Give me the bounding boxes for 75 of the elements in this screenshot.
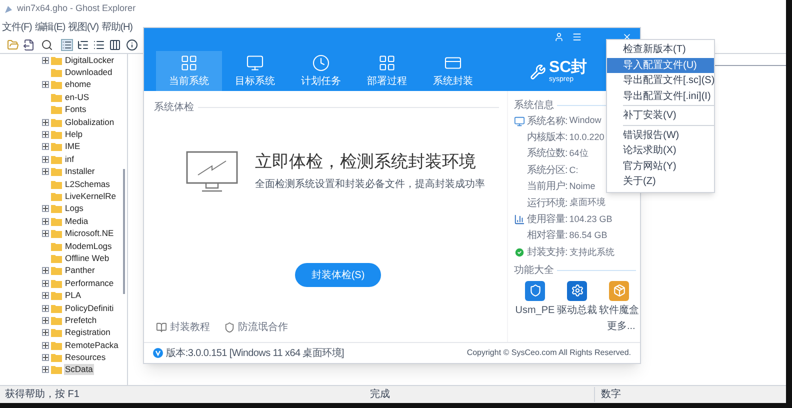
tree-item[interactable]: IME	[64, 141, 82, 152]
tree-item[interactable]: DigitalLocker	[64, 54, 116, 66]
logo-text: SC封	[549, 60, 588, 76]
tree-item[interactable]: en-US	[64, 92, 90, 103]
window-title: win7x64.gho - Ghost Explorer	[17, 2, 136, 16]
check-subtitle: 全面检测系统设置和封装必备文件，提高封装成功率	[255, 178, 485, 192]
menu-item[interactable]: 错误报告(W)	[607, 128, 714, 143]
tree-item[interactable]: Downloaded	[64, 67, 114, 78]
tree-item[interactable]: Resources	[64, 352, 107, 364]
tree-item[interactable]: PolicyDefiniti	[64, 302, 115, 314]
info-value: 桌面环境	[569, 196, 606, 210]
tree-item[interactable]: Globalization	[64, 116, 116, 128]
menu-item[interactable]: 论坛求助(X)	[607, 143, 714, 158]
section-heading: 系统信息	[514, 98, 554, 113]
tree-item[interactable]: ScData	[64, 364, 94, 376]
info-label: 封装支持:	[527, 246, 568, 260]
tree-item[interactable]: Panther	[64, 265, 96, 276]
tree-item[interactable]: Microsoft.NE	[64, 228, 115, 240]
info-label: 系统分区:	[527, 164, 568, 178]
version-text: 版本:3.0.0.151 [Windows 11 x64 桌面环境]	[166, 346, 344, 360]
info-label: 内核版本:	[527, 130, 568, 146]
info-label: 当前用户:	[527, 180, 568, 194]
status-text: 数字	[594, 387, 644, 402]
info-label: 使用容量:	[527, 212, 568, 228]
info-value: Window	[569, 114, 602, 128]
menu-item[interactable]: 导出配置文件[.ini](I)	[607, 88, 714, 104]
check-title: 立即体检，检测系统封装环境	[255, 151, 477, 173]
tree-item[interactable]: Performance	[64, 278, 115, 289]
tree-item[interactable]: ehome	[64, 79, 92, 90]
menu-item[interactable]: 文件(F)	[2, 20, 32, 34]
info-label: 相对容量:	[527, 228, 568, 244]
status-text: 获得帮助，按 F1	[4, 388, 80, 402]
footer-link[interactable]: 防流氓合作	[238, 320, 288, 335]
menu-item[interactable]: 补丁安装(V)	[607, 108, 714, 124]
menu-item[interactable]: 编辑(E)	[34, 20, 66, 34]
tree-item[interactable]: Installer	[64, 166, 96, 178]
tool-button[interactable]: 驱动总裁	[556, 280, 598, 318]
info-value: 支持此系统	[569, 246, 614, 259]
tree-item[interactable]: RemotePacka	[64, 340, 120, 351]
tree-item[interactable]: Offline Web	[64, 252, 110, 264]
menu-item[interactable]: 导出配置文件[.sc](S)	[607, 73, 714, 88]
section-heading: 功能大全	[514, 264, 554, 278]
menu-item[interactable]: 帮助(H)	[101, 20, 132, 34]
tree-item[interactable]: ModemLogs	[64, 240, 113, 252]
tree-item[interactable]: Logs	[64, 203, 84, 214]
info-label: 系统名称:	[527, 114, 568, 129]
info-value: Noime	[569, 180, 596, 193]
tree-item[interactable]: inf	[64, 154, 75, 165]
menu-item[interactable]: 视图(V)	[68, 20, 98, 34]
menu-item[interactable]: 官方网站(Y)	[607, 158, 714, 174]
footer-link[interactable]: 封装教程	[170, 320, 210, 335]
menu-item[interactable]: 关于(Z)	[607, 174, 714, 190]
tree-item[interactable]: Fonts	[64, 104, 88, 116]
info-value: 64位	[569, 147, 588, 160]
info-value: 86.54 GB	[569, 229, 608, 242]
more-link[interactable]: 更多...	[607, 318, 640, 334]
tree-item[interactable]: Registration	[64, 327, 112, 338]
tool-button[interactable]: 软件魔盒	[598, 280, 640, 318]
tree-item[interactable]: Help	[64, 129, 84, 140]
tree-item[interactable]: L2Schemas	[64, 178, 111, 190]
tree-item[interactable]: Prefetch	[64, 314, 98, 326]
tree-item[interactable]: Media	[64, 216, 90, 227]
tree-item[interactable]: PLA	[64, 290, 82, 302]
info-value: C:	[569, 164, 578, 177]
copyright-text: Copyright © SysCeo.com All Rights Reserved.	[466, 347, 631, 359]
info-label: 系统位数:	[527, 146, 568, 162]
section-heading: 系统体检	[154, 100, 194, 115]
info-value: 104.23 GB	[569, 212, 612, 226]
tool-button[interactable]: Usm_PE	[514, 280, 556, 318]
menu-item[interactable]: 检查新版本(T)	[607, 42, 714, 58]
menu-item[interactable]: 导入配置文件(U)	[607, 58, 714, 73]
info-value: 10.0.220	[569, 130, 604, 144]
tree-item[interactable]: LiveKernelRe	[64, 190, 118, 202]
status-text: 完成	[369, 388, 391, 402]
info-label: 运行环境:	[527, 196, 568, 211]
